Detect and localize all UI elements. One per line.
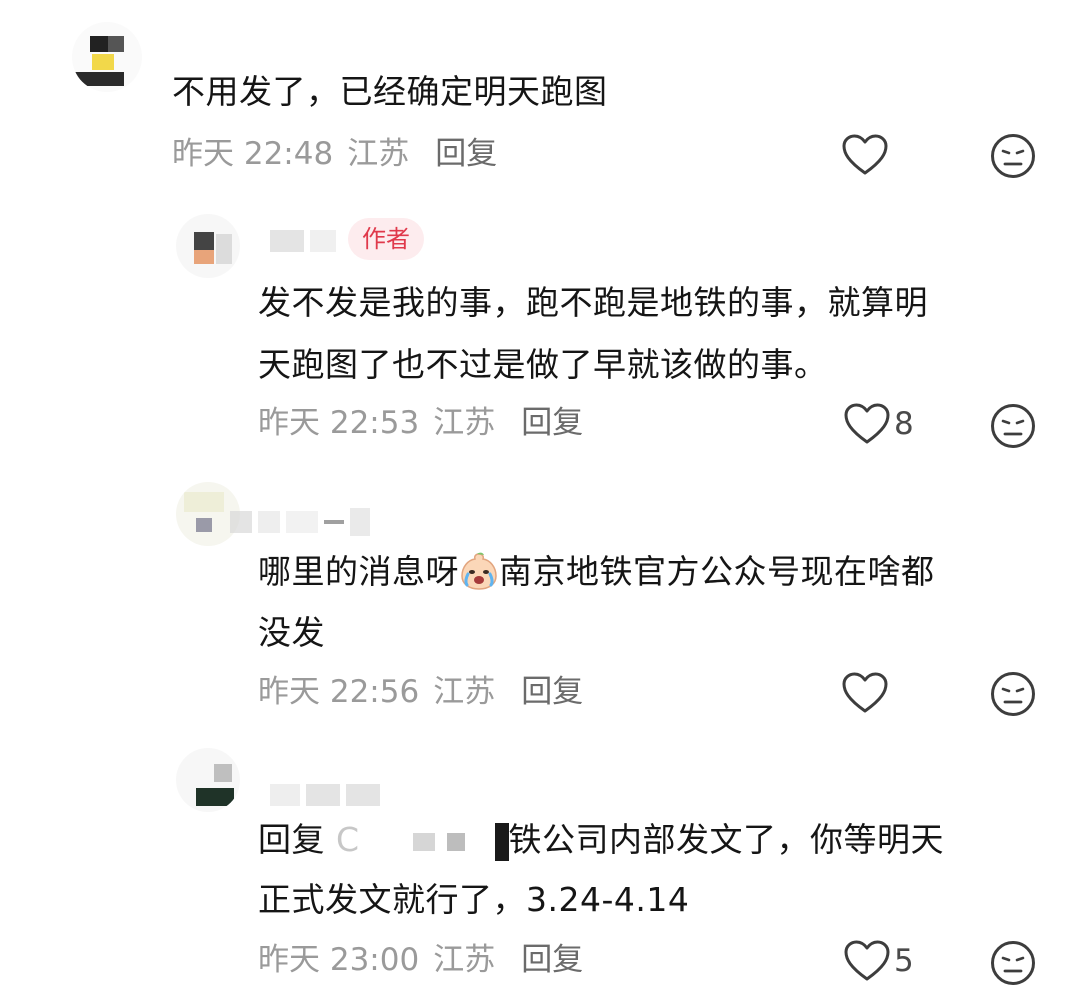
comment-time: 昨天 23:00 bbox=[258, 942, 420, 978]
like-button[interactable] bbox=[842, 134, 888, 176]
reply-mention-user[interactable]: C bbox=[336, 820, 360, 859]
comment-text-part: 南京地铁官方公众号现在啥都 bbox=[499, 552, 935, 591]
comment-meta: 昨天 22:48 江苏 回复 bbox=[172, 134, 497, 174]
comment-location: 江苏 bbox=[347, 136, 410, 172]
redacted-username bbox=[446, 832, 465, 851]
comment-text-line2: 天跑图了也不过是做了早就该做的事。 bbox=[258, 345, 828, 384]
dislike-button[interactable] bbox=[990, 403, 1036, 453]
avatar[interactable] bbox=[72, 22, 142, 92]
comment-text: 不用发了，已经确定明天跑图 bbox=[172, 72, 608, 111]
comment-location: 江苏 bbox=[433, 674, 496, 710]
comment-text-part: 哪里的消息呀 bbox=[258, 552, 459, 591]
username[interactable] bbox=[270, 230, 336, 252]
comment-meta: 昨天 23:00 江苏 回复 bbox=[258, 940, 583, 980]
like-button[interactable]: 8 bbox=[844, 403, 914, 445]
reply-button[interactable]: 回复 bbox=[435, 134, 497, 174]
dislike-button[interactable] bbox=[990, 133, 1036, 183]
heart-icon bbox=[842, 672, 888, 713]
comment-meta: 昨天 22:53 江苏 回复 bbox=[258, 403, 583, 443]
heart-icon bbox=[844, 940, 890, 981]
reply-button[interactable]: 回复 bbox=[521, 940, 583, 980]
comment-meta: 昨天 22:56 江苏 回复 bbox=[258, 672, 583, 712]
comment-text-line2: 没发 bbox=[258, 613, 325, 652]
comment-text-line1: 回复 C 铁公司内部发文了，你等明天 bbox=[258, 812, 944, 868]
comment-text-line2: 正式发文就行了，3.24-4.14 bbox=[258, 880, 690, 919]
author-badge: 作者 bbox=[348, 218, 424, 260]
avatar[interactable] bbox=[176, 748, 240, 812]
comment-text-line1: 发不发是我的事，跑不跑是地铁的事，就算明 bbox=[258, 283, 928, 322]
reply-mention-prefix: 回复 bbox=[258, 820, 325, 859]
neutral-face-icon bbox=[991, 134, 1035, 178]
like-count: 8 bbox=[894, 406, 914, 442]
redacted-username bbox=[412, 832, 435, 851]
comment-location: 江苏 bbox=[433, 405, 496, 441]
neutral-face-icon bbox=[991, 941, 1035, 985]
neutral-face-icon bbox=[991, 672, 1035, 716]
comment-time: 昨天 22:48 bbox=[172, 136, 334, 172]
avatar[interactable] bbox=[176, 214, 240, 278]
comment-text-part: 铁公司内部发文了，你等明天 bbox=[508, 820, 945, 859]
redacted-text bbox=[494, 822, 509, 861]
comment-location: 江苏 bbox=[433, 942, 496, 978]
comment-time: 昨天 22:56 bbox=[258, 674, 420, 710]
dislike-button[interactable] bbox=[990, 940, 1036, 990]
heart-icon bbox=[842, 134, 888, 175]
reply-button[interactable]: 回复 bbox=[521, 672, 583, 712]
heart-icon bbox=[844, 403, 890, 444]
like-button[interactable] bbox=[842, 672, 888, 714]
username[interactable] bbox=[230, 508, 370, 536]
reply-button[interactable]: 回复 bbox=[521, 403, 583, 443]
dislike-button[interactable] bbox=[990, 671, 1036, 721]
comment-text-line1: 哪里的消息呀 南京地铁官方公众号现在啥都 bbox=[258, 544, 935, 600]
comment-time: 昨天 22:53 bbox=[258, 405, 420, 441]
like-count: 5 bbox=[894, 943, 914, 979]
username[interactable] bbox=[270, 784, 380, 806]
crying-face-icon bbox=[461, 552, 497, 590]
neutral-face-icon bbox=[991, 404, 1035, 448]
like-button[interactable]: 5 bbox=[844, 940, 914, 982]
